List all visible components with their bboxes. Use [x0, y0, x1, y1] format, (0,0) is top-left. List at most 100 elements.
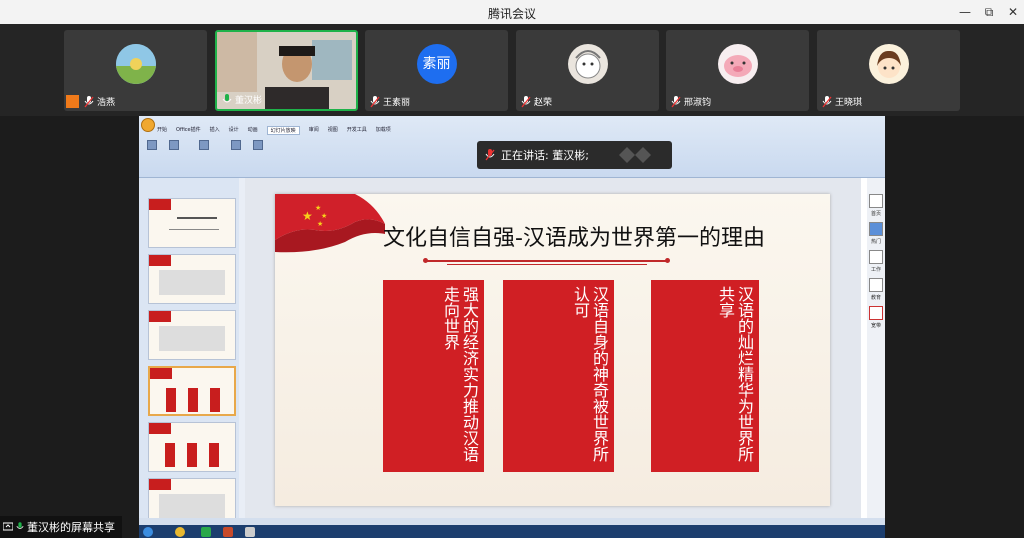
participant-name: 赵荣	[534, 98, 553, 108]
mic-muted-icon	[521, 95, 531, 107]
slide-thumbnail[interactable]	[148, 310, 236, 360]
participant-tile[interactable]: 邢淑钧	[666, 30, 809, 111]
underline-dot	[423, 258, 428, 263]
avatar	[717, 44, 758, 84]
slide-text-box[interactable]: 强大的经济实力推动汉语走向世界	[383, 280, 484, 472]
current-slide[interactable]: ★ ★ ★ ★ 文化自信自强-汉语成为世界第一的理由 强大的经济实力推动汉语走向…	[275, 194, 830, 506]
mic-on-icon	[16, 522, 24, 529]
participant-tile-speaking[interactable]: 董汉彬	[215, 30, 358, 111]
flag-decoration	[150, 368, 172, 379]
slide-text-box[interactable]: 汉语的灿烂精华为世界所共享	[651, 280, 759, 472]
mic-muted-icon	[822, 95, 832, 107]
tab[interactable]: 审阅	[309, 126, 319, 135]
right-quick-bar: 首页 热门 工作 教育 宽带	[867, 178, 885, 518]
broadband-icon[interactable]	[869, 306, 883, 320]
svg-text:★: ★	[302, 209, 313, 223]
slide-thumbnail[interactable]	[148, 254, 236, 304]
ribbon-button[interactable]	[231, 140, 241, 150]
slide-title: 文化自信自强-汉语成为世界第一的理由	[383, 226, 765, 251]
tab[interactable]: Office插件	[176, 126, 201, 135]
close-button[interactable]: ✕	[1003, 3, 1023, 21]
avatar	[115, 44, 156, 84]
tab[interactable]: 开始	[157, 126, 167, 135]
quick-label: 教育	[870, 295, 881, 301]
thumb-red-box	[165, 443, 175, 467]
participant-name-bar: 邢淑钧	[666, 94, 711, 109]
grid-icon[interactable]	[869, 222, 883, 236]
slide-thumbnail-selected[interactable]	[148, 366, 236, 416]
participant-tile[interactable]: 浩燕	[64, 30, 207, 111]
tab[interactable]: 视图	[328, 126, 338, 135]
home-icon[interactable]	[869, 194, 883, 208]
thumb-red-box	[166, 388, 176, 412]
participant-name-bar: 浩燕	[64, 94, 115, 109]
participant-tile[interactable]: 素丽 王素丽	[365, 30, 508, 111]
slide-thumbnail[interactable]	[148, 422, 236, 472]
minimize-button[interactable]: —	[955, 3, 975, 21]
thumb-title-line	[177, 217, 217, 219]
ribbon-button[interactable]	[199, 140, 209, 150]
pig-avatar-icon	[723, 55, 752, 77]
tab[interactable]: 加载项	[376, 126, 391, 135]
quick-label: 首页	[870, 211, 881, 217]
tab[interactable]: 动画	[248, 126, 258, 135]
speaking-indicator: 正在讲话: 董汉彬;	[477, 141, 672, 169]
share-label-text: 董汉彬的屏幕共享	[27, 521, 115, 534]
slide-thumbnail[interactable]	[148, 198, 236, 248]
speaker-logo-icon	[618, 147, 651, 163]
girl-avatar-icon	[876, 50, 901, 78]
participant-name-bar: 王素丽	[365, 94, 410, 109]
quick-label: 工作	[870, 267, 881, 273]
participant-name: 邢淑钧	[684, 98, 712, 108]
participant-name: 王晓琪	[835, 98, 863, 108]
participant-name-bar: 王晓琪	[817, 94, 862, 109]
participant-name: 浩燕	[97, 98, 116, 108]
thumb-red-box	[209, 443, 219, 467]
start-icon[interactable]	[143, 527, 153, 537]
participant-strip: 浩燕 董汉彬 素丽 王素丽 赵荣 邢淑钧 王晓琪	[0, 24, 1024, 116]
shared-screen[interactable]: 开始 Office插件 插入 设计 动画 幻灯片放映 审阅 视图 开发工具 加载…	[139, 116, 885, 538]
app-icon[interactable]	[245, 527, 255, 537]
tab[interactable]: 开发工具	[347, 126, 367, 135]
flag-decoration	[149, 199, 171, 210]
tab[interactable]: 设计	[229, 126, 239, 135]
thumb-red-box	[188, 388, 198, 412]
slide-editor[interactable]: ★ ★ ★ ★ 文化自信自强-汉语成为世界第一的理由 强大的经济实力推动汉语走向…	[245, 178, 861, 518]
thumb-text-block	[159, 326, 225, 351]
participant-name: 王素丽	[383, 98, 411, 108]
office-button-icon[interactable]	[141, 118, 155, 132]
thumb-text-block	[159, 270, 225, 295]
flag-decoration	[149, 423, 171, 434]
status-bar	[139, 518, 885, 525]
powerpoint-icon[interactable]	[223, 527, 233, 537]
flag-decoration: ★ ★ ★ ★	[275, 194, 385, 253]
host-icon	[66, 95, 79, 108]
flag-decoration	[149, 255, 171, 266]
flag-decoration	[149, 311, 171, 322]
ribbon-button[interactable]	[169, 140, 179, 150]
ribbon-button[interactable]	[147, 140, 157, 150]
tab[interactable]: 插入	[210, 126, 220, 135]
avatar-text: 素丽	[416, 44, 457, 84]
ribbon-button[interactable]	[253, 140, 263, 150]
thumb-subtitle-line	[169, 229, 219, 230]
speaking-text: 正在讲话: 董汉彬;	[501, 149, 589, 162]
window-title: 腾讯会议	[487, 7, 536, 21]
education-icon[interactable]	[869, 278, 883, 292]
participant-tile[interactable]: 赵荣	[516, 30, 659, 111]
participant-name-bar: 董汉彬	[217, 92, 262, 107]
svg-text:★: ★	[315, 204, 321, 212]
svg-text:★: ★	[321, 212, 327, 220]
app-icon[interactable]	[201, 527, 211, 537]
participant-tile[interactable]: 王晓琪	[817, 30, 960, 111]
landscape-avatar-icon	[115, 44, 156, 84]
slide-text-box[interactable]: 汉语自身的神奇被世界所认可	[503, 280, 614, 472]
title-underline	[425, 260, 669, 262]
svg-text:★: ★	[317, 220, 323, 228]
browser-icon[interactable]	[175, 527, 185, 537]
chart-icon[interactable]	[869, 250, 883, 264]
quick-label: 热门	[870, 239, 881, 245]
tab-active[interactable]: 幻灯片放映	[266, 126, 300, 135]
mic-muted-icon	[84, 95, 94, 107]
maximize-button[interactable]: ⧉	[979, 3, 999, 21]
